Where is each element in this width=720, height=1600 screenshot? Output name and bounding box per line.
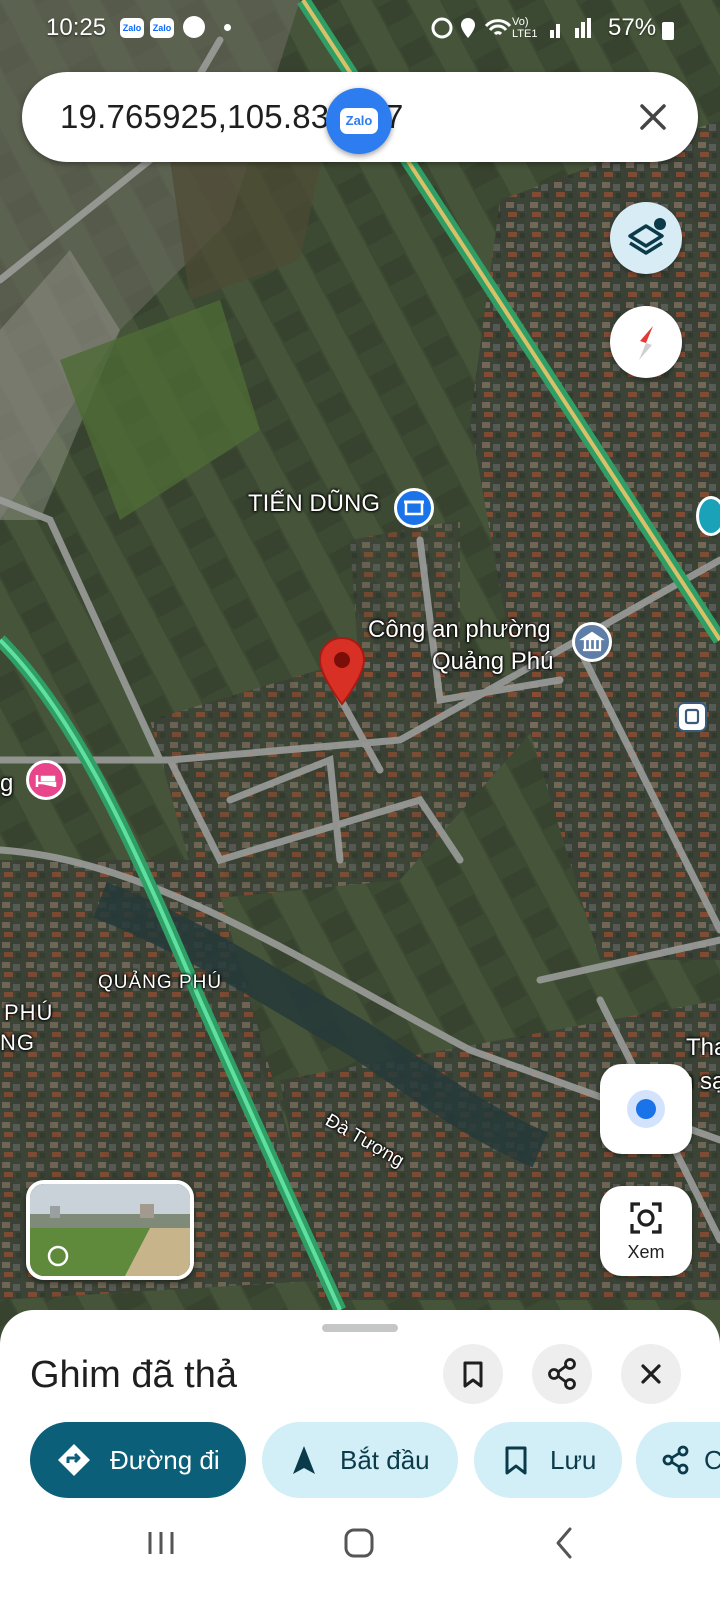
map-label-quang-phu: QUẢNG PHÚ — [98, 972, 223, 993]
more-notifications-dot-icon — [224, 24, 231, 31]
start-navigation-button[interactable]: Bắt đầu — [262, 1422, 458, 1498]
status-time: 10:25 — [46, 14, 107, 41]
street-view-thumbnail[interactable] — [26, 1180, 194, 1280]
zalo-notification-icon: Zalo — [120, 18, 144, 38]
save-label: Lưu — [550, 1444, 597, 1475]
messenger-icon — [183, 16, 205, 38]
close-icon — [641, 1364, 661, 1384]
zalo-logo-icon: Zalo — [340, 108, 378, 134]
hotel-poi-icon[interactable] — [26, 760, 66, 800]
bookmark-icon — [505, 1446, 527, 1475]
my-location-icon — [627, 1090, 665, 1128]
sheet-title: Ghim đã thả — [30, 1354, 237, 1396]
close-sheet-button[interactable] — [621, 1344, 681, 1404]
share-label-partial: C — [704, 1444, 720, 1475]
start-label: Bắt đầu — [340, 1444, 430, 1475]
compass-icon — [639, 326, 653, 360]
status-bar: 10:25 Zalo Zalo Vo) LTE1 57% — [0, 0, 720, 56]
map-label-partial-g: g — [0, 770, 14, 797]
system-navigation-bar — [0, 1500, 720, 1600]
signal-icon — [550, 30, 554, 38]
layers-button[interactable] — [610, 202, 682, 274]
battery-icon — [662, 22, 674, 40]
save-icon-button[interactable] — [443, 1344, 503, 1404]
lens-xem-button[interactable]: Xem — [600, 1186, 692, 1276]
zalo-chat-bubble[interactable]: Zalo — [326, 88, 392, 154]
camera-lens-icon — [630, 1202, 662, 1234]
navigation-arrow-icon — [293, 1446, 315, 1474]
poi-partial-icon[interactable] — [696, 496, 720, 536]
alarm-icon — [431, 17, 453, 39]
save-place-button[interactable]: Lưu — [474, 1422, 622, 1498]
map-label-partial-tha: Tha — [686, 1034, 720, 1061]
street-view-image — [30, 1184, 190, 1276]
map-label-cong-an-line1: Công an phường — [368, 616, 551, 643]
sheet-drag-handle[interactable] — [322, 1324, 398, 1332]
directions-button[interactable]: Đường đi — [30, 1422, 246, 1498]
location-icon — [461, 18, 475, 38]
map-label-partial-ng: NG — [0, 1030, 35, 1055]
home-icon[interactable] — [340, 1524, 378, 1562]
map-label-partial-phu: PHÚ — [4, 1000, 54, 1025]
bookmark-icon — [463, 1361, 483, 1388]
police-station-poi-icon[interactable] — [572, 622, 612, 662]
store-poi-icon[interactable] — [394, 488, 434, 528]
recent-apps-icon[interactable] — [144, 1526, 178, 1560]
share-icon-button[interactable] — [532, 1344, 592, 1404]
bus-stop-icon[interactable] — [677, 702, 707, 732]
directions-label: Đường đi — [110, 1444, 220, 1475]
back-icon[interactable] — [548, 1524, 582, 1562]
dropped-pin-icon[interactable] — [318, 636, 366, 706]
my-location-button[interactable] — [600, 1064, 692, 1154]
clear-search-icon[interactable] — [632, 96, 674, 138]
directions-icon — [58, 1444, 90, 1476]
share-icon — [548, 1358, 576, 1390]
share-icon — [662, 1445, 689, 1475]
network-type: Vo) LTE1 — [512, 16, 538, 40]
compass-button[interactable] — [610, 306, 682, 378]
share-place-button[interactable]: C — [636, 1422, 720, 1498]
map-label-tien-dung: TIẾN DŨNG — [248, 490, 380, 517]
battery-percent: 57% — [608, 14, 657, 41]
zalo-notification-icon: Zalo — [150, 18, 174, 38]
layers-icon — [628, 218, 666, 255]
map-label-cong-an-line2: Quảng Phú — [432, 648, 554, 675]
xem-label: Xem — [627, 1242, 665, 1262]
wifi-icon — [484, 19, 512, 36]
